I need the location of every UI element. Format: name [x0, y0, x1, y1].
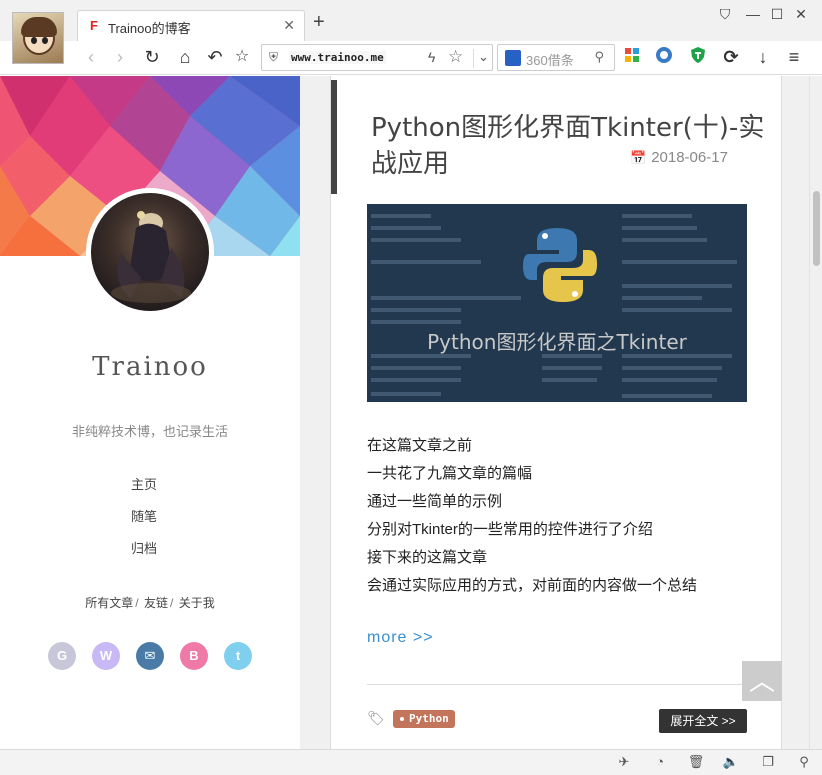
weibo-icon[interactable]: W — [92, 642, 120, 670]
reload-icon[interactable]: ↻ — [141, 46, 163, 68]
post-cover-image[interactable]: Python图形化界面之Tkinter — [367, 204, 747, 402]
nav-archive-link[interactable]: 归档 — [0, 540, 288, 572]
tab-title: Trainoo的博客 — [108, 21, 191, 36]
shield-icon: ⛨ — [269, 50, 279, 64]
lightning-icon[interactable]: ϟ — [428, 49, 435, 65]
pin-icon[interactable]: ✈ — [615, 754, 633, 770]
tag-python[interactable]: Python — [393, 710, 455, 728]
scrollbar[interactable] — [809, 76, 822, 749]
site-description: 非纯粹技术博，也记录生活 — [71, 424, 228, 439]
nav-home-link[interactable]: 主页 — [0, 476, 288, 508]
twitter-icon[interactable]: t — [224, 642, 252, 670]
social-links: G W ✉ B t — [48, 642, 258, 672]
link-separator: / — [170, 596, 174, 610]
bilibili-icon[interactable]: B — [180, 642, 208, 670]
post-excerpt: 在这篇文章之前 一共花了九篇文章的篇幅 通过一些简单的示例 分别对Tkinter… — [367, 432, 767, 600]
cover-title: Python图形化界面之Tkinter — [427, 330, 687, 354]
divider — [367, 684, 747, 685]
sidebar-links: 所有文章 / 友链 / 关于我 — [0, 594, 300, 611]
post-card: Python图形化界面Tkinter(十)-实战应用 📅 2018-06-17 — [330, 76, 782, 749]
expand-full-button[interactable]: 展开全文 >> — [659, 709, 747, 733]
apps-grid-icon[interactable] — [621, 46, 643, 68]
post-date-text: 2018-06-17 — [651, 149, 728, 166]
read-more-link[interactable]: more >> — [367, 629, 434, 647]
browser-tab[interactable]: F Trainoo的博客 ✕ — [77, 10, 305, 41]
github-icon[interactable]: G — [48, 642, 76, 670]
undo-icon[interactable]: ↶ — [204, 46, 226, 68]
home-icon[interactable]: ⌂ — [174, 46, 196, 68]
url-text[interactable]: www.trainoo.me — [289, 51, 386, 64]
all-posts-link[interactable]: 所有文章 — [85, 596, 133, 610]
site-favicon-icon: F — [90, 18, 98, 33]
address-bar[interactable]: ⛨ www.trainoo.me ϟ ☆ ⌄ — [261, 44, 493, 71]
search-icon[interactable]: ⚲ — [594, 49, 604, 65]
about-me-link[interactable]: 关于我 — [179, 596, 215, 610]
page-viewport: Trainoo 非纯粹技术博，也记录生活 主页 随笔 归档 所有文章 / 友链 / … — [0, 76, 822, 749]
excerpt-line: 通过一些简单的示例 — [367, 493, 503, 510]
minimize-button[interactable]: — — [744, 6, 762, 22]
title-accent-bar — [331, 80, 337, 194]
download-icon[interactable]: ↓ — [752, 46, 774, 68]
excerpt-line: 一共花了九篇文章的篇幅 — [367, 465, 533, 482]
security-icon[interactable] — [653, 46, 675, 68]
bookmark-star-icon[interactable]: ☆ — [231, 46, 253, 68]
sidebar: Trainoo 非纯粹技术博，也记录生活 主页 随笔 归档 所有文章 / 友链 / … — [0, 76, 300, 749]
excerpt-line: 在这篇文章之前 — [367, 437, 473, 454]
zoom-icon[interactable]: ⚲ — [795, 754, 813, 770]
calendar-icon: 📅 — [630, 150, 647, 165]
close-window-button[interactable]: ✕ — [792, 6, 810, 23]
search-box[interactable]: 🐾 360借条 ⚲ — [497, 44, 615, 71]
menu-icon[interactable]: ≡ — [783, 46, 805, 68]
maximize-button[interactable]: ☐ — [768, 6, 786, 23]
forward-icon[interactable]: › — [109, 46, 131, 68]
navigation-toolbar: ‹ › ↻ ⌂ ↶ ☆ ⛨ www.trainoo.me ϟ ☆ ⌄ 🐾 360… — [0, 41, 822, 75]
search-engine-icon[interactable]: 🐾 — [505, 50, 521, 66]
accelerate-icon[interactable]: ◔ — [651, 754, 669, 769]
search-input[interactable]: 360借条 — [526, 50, 574, 69]
post-date: 📅 2018-06-17 — [630, 149, 728, 166]
window-icon[interactable]: ❐ — [759, 754, 777, 770]
guard-icon[interactable] — [687, 46, 709, 68]
favorite-star-icon[interactable]: ☆ — [448, 47, 463, 67]
link-separator: / — [135, 596, 139, 610]
volume-icon[interactable]: 🔈 — [722, 754, 740, 770]
nav-essays-link[interactable]: 随笔 — [0, 508, 288, 540]
trash-icon[interactable]: 🗑 — [687, 754, 705, 770]
email-icon[interactable]: ✉ — [136, 642, 164, 670]
back-to-top-button[interactable]: ︿ — [742, 661, 782, 701]
status-bar: ✈ ◔ 🗑 🔈 ❐ ⚲ — [0, 749, 822, 775]
sidebar-nav: 主页 随笔 归档 — [0, 476, 288, 572]
excerpt-line: 接下来的这篇文章 — [367, 549, 488, 566]
post-title[interactable]: Python图形化界面Tkinter(十)-实战应用 — [371, 110, 766, 182]
close-tab-icon[interactable]: ✕ — [283, 17, 295, 34]
title-bar: F Trainoo的博客 ✕ + ⛉ — ☐ ✕ — [0, 0, 822, 41]
browser-profile-avatar[interactable] — [12, 12, 64, 64]
friend-links-link[interactable]: 友链 — [144, 596, 168, 610]
sync-icon[interactable]: ⟳ — [720, 46, 742, 68]
skin-icon[interactable]: ⛉ — [716, 6, 734, 23]
scrollbar-thumb[interactable] — [813, 191, 820, 266]
site-name[interactable]: Trainoo — [0, 352, 300, 382]
new-tab-button[interactable]: + — [313, 12, 325, 32]
excerpt-line: 会通过实际应用的方式，对前面的内容做一个总结 — [367, 577, 698, 594]
dropdown-icon[interactable]: ⌄ — [473, 49, 489, 68]
tag-icon: 🏷 — [367, 710, 385, 726]
back-icon[interactable]: ‹ — [80, 46, 102, 68]
excerpt-line: 分别对Tkinter的一些常用的控件进行了介绍 — [367, 521, 653, 538]
avatar[interactable] — [91, 193, 209, 311]
